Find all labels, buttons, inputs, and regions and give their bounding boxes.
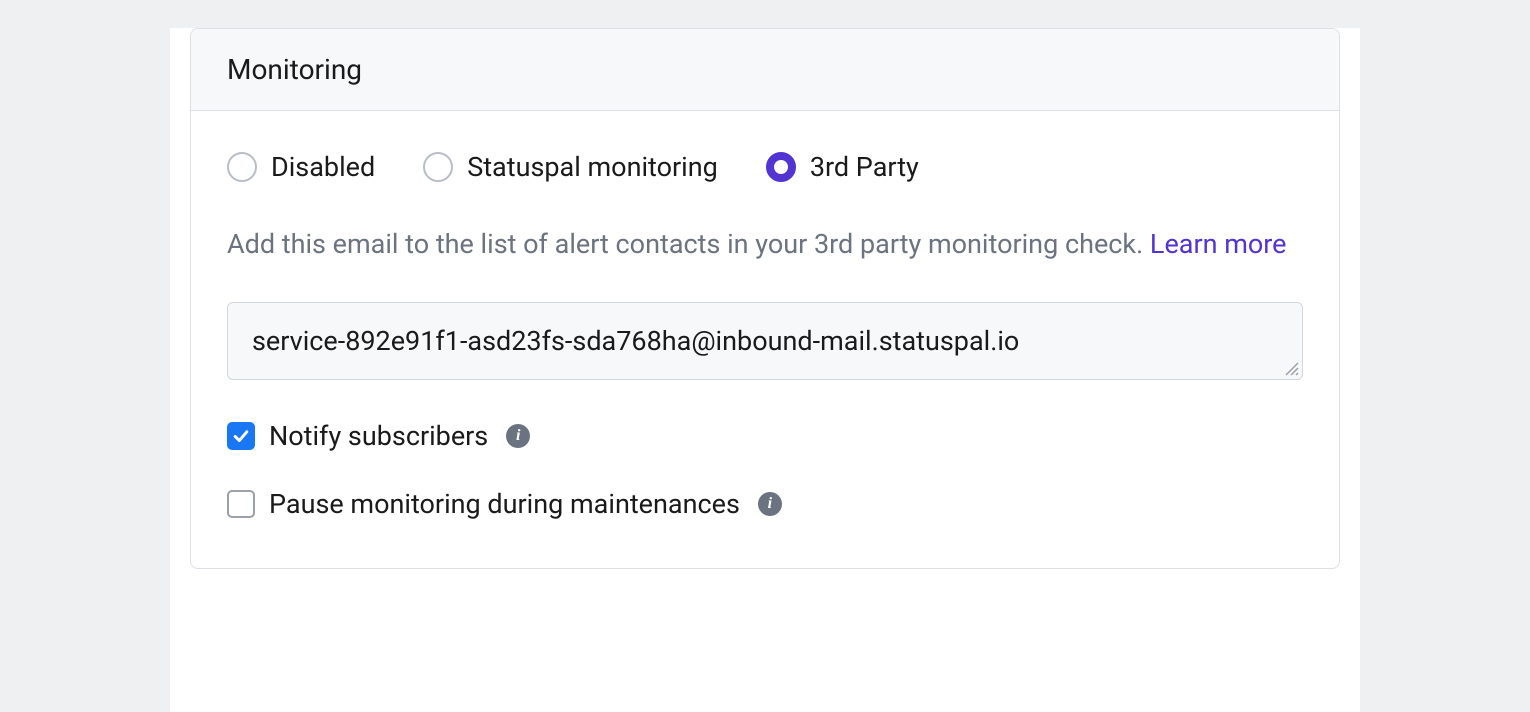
notify-subscribers-label: Notify subscribers: [269, 420, 488, 452]
panel-header: Monitoring: [191, 29, 1339, 111]
radio-label: 3rd Party: [810, 151, 919, 183]
radio-disabled[interactable]: Disabled: [227, 151, 375, 183]
page-container: Monitoring Disabled Statuspal monitoring…: [170, 28, 1360, 712]
radio-circle-selected-icon: [766, 152, 796, 182]
description-text: Add this email to the list of alert cont…: [227, 223, 1303, 266]
checkmark-icon: [231, 426, 251, 446]
radio-label: Statuspal monitoring: [467, 151, 718, 183]
panel-title: Monitoring: [227, 53, 1303, 86]
radio-statuspal-monitoring[interactable]: Statuspal monitoring: [423, 151, 718, 183]
notify-subscribers-row: Notify subscribers i: [227, 420, 1303, 452]
description-content: Add this email to the list of alert cont…: [227, 228, 1150, 260]
radio-label: Disabled: [271, 151, 375, 183]
learn-more-link[interactable]: Learn more: [1150, 228, 1287, 260]
notify-subscribers-checkbox[interactable]: [227, 422, 255, 450]
resize-handle-icon[interactable]: [1283, 360, 1301, 378]
monitoring-panel: Monitoring Disabled Statuspal monitoring…: [190, 28, 1340, 569]
info-icon[interactable]: i: [758, 492, 782, 516]
alert-email-input[interactable]: service-892e91f1-asd23fs-sda768ha@inboun…: [227, 302, 1303, 380]
pause-monitoring-row: Pause monitoring during maintenances i: [227, 488, 1303, 520]
email-field-wrap: service-892e91f1-asd23fs-sda768ha@inboun…: [227, 302, 1303, 380]
radio-circle-icon: [227, 152, 257, 182]
monitoring-type-radio-group: Disabled Statuspal monitoring 3rd Party: [227, 151, 1303, 183]
panel-body: Disabled Statuspal monitoring 3rd Party …: [191, 111, 1339, 568]
radio-3rd-party[interactable]: 3rd Party: [766, 151, 919, 183]
pause-monitoring-checkbox[interactable]: [227, 490, 255, 518]
pause-monitoring-label: Pause monitoring during maintenances: [269, 488, 740, 520]
radio-circle-icon: [423, 152, 453, 182]
info-icon[interactable]: i: [506, 424, 530, 448]
